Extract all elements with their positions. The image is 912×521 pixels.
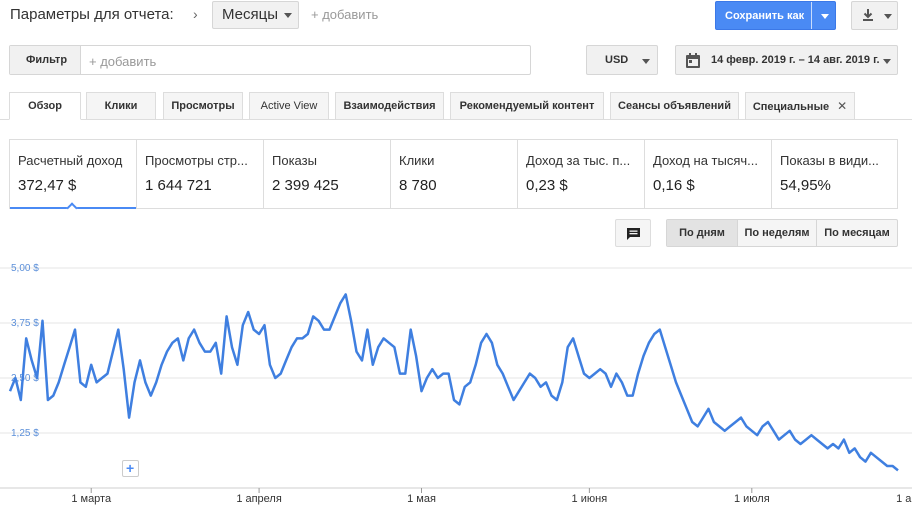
metric-label: Показы — [272, 153, 317, 168]
metric-label: Доход за тыс. п... — [526, 153, 631, 168]
metric-label: Расчетный доход — [18, 153, 123, 168]
save-as-label: Сохранить как — [725, 10, 805, 22]
caret-down-icon — [284, 13, 292, 18]
close-icon[interactable]: ✕ — [837, 99, 847, 113]
add-dimension-link[interactable]: + добавить — [311, 7, 378, 22]
metric-value: 0,16 $ — [653, 177, 695, 194]
currency-value: USD — [605, 54, 629, 66]
date-range-value: 14 февр. 2019 г. – 14 авг. 2019 г. — [711, 54, 880, 66]
tab-label: Рекомендуемый контент — [459, 100, 595, 112]
report-params-label: Параметры для отчета: — [10, 6, 174, 23]
x-tick-label: 1 апреля — [236, 493, 282, 505]
x-tick-label: 1 мая — [407, 493, 436, 505]
metrics-scorecard: Расчетный доход 372,47 $ Просмотры стр..… — [9, 139, 898, 214]
caret-down-icon[interactable] — [821, 14, 829, 19]
tab-ad-sessions[interactable]: Сеансы объявлений — [610, 92, 739, 120]
dimension-dropdown-value: Месяцы — [222, 6, 279, 23]
tab-label: Просмотры — [171, 100, 235, 112]
metric-label: Просмотры стр... — [145, 153, 248, 168]
granularity-monthly[interactable]: По месяцам — [817, 220, 897, 246]
tab-overview[interactable]: Обзор — [9, 92, 81, 120]
metric-impressions[interactable]: Показы 2 399 425 — [264, 140, 391, 208]
granularity-label: По месяцам — [824, 227, 890, 239]
granularity-weekly[interactable]: По неделям — [738, 220, 817, 246]
metric-value: 54,95% — [780, 177, 831, 194]
granularity-toggle: По дням По неделям По месяцам — [666, 219, 898, 247]
report-tabs: Обзор Клики Просмотры Active View Взаимо… — [0, 92, 912, 120]
tab-recommended-content[interactable]: Рекомендуемый контент — [450, 92, 604, 120]
dimension-dropdown[interactable]: Месяцы — [212, 1, 299, 29]
filter-label: Фильтр — [26, 54, 68, 66]
metric-label: Клики — [399, 153, 435, 168]
metric-label: Показы в види... — [780, 153, 879, 168]
metric-page-rpm[interactable]: Доход за тыс. п... 0,23 $ — [518, 140, 645, 208]
x-tick-label: 1 июля — [734, 493, 770, 505]
metric-estimated-earnings[interactable]: Расчетный доход 372,47 $ — [10, 140, 137, 214]
metric-value: 0,23 $ — [526, 177, 568, 194]
granularity-daily[interactable]: По дням — [667, 220, 738, 246]
metric-value: 1 644 721 — [145, 177, 212, 194]
y-tick-label: 3,75 $ — [11, 318, 39, 329]
metric-value: 372,47 $ — [18, 177, 77, 194]
download-button[interactable] — [851, 1, 898, 30]
x-tick-label: 1 июня — [572, 493, 608, 505]
filter-bar[interactable]: Фильтр + добавить — [9, 45, 531, 75]
tab-label: Active View — [260, 100, 318, 112]
metric-value: 8 780 — [399, 177, 437, 194]
tab-label: Взаимодействия — [343, 100, 436, 112]
tab-pageviews[interactable]: Просмотры — [163, 92, 243, 120]
tab-active-view[interactable]: Active View — [249, 92, 329, 120]
metric-viewability[interactable]: Показы в види... 54,95% — [772, 140, 897, 208]
comment-icon — [627, 228, 640, 240]
earnings-series-line — [8, 293, 899, 472]
tab-label: Специальные — [752, 101, 830, 113]
tab-custom[interactable]: Специальные ✕ — [745, 92, 855, 120]
plus-icon: + — [126, 460, 135, 476]
download-icon — [863, 9, 873, 21]
tabs-divider — [0, 119, 912, 120]
metric-impression-rpm[interactable]: Доход на тысяч... 0,16 $ — [645, 140, 772, 208]
active-metric-notch — [66, 202, 78, 214]
comment-button[interactable] — [615, 219, 651, 247]
metric-label: Доход на тысяч... — [653, 153, 758, 168]
tab-clicks[interactable]: Клики — [86, 92, 156, 120]
currency-dropdown[interactable]: USD — [586, 45, 658, 75]
x-tick-label: 1 марта — [71, 493, 112, 505]
filter-button[interactable]: Фильтр — [10, 46, 81, 74]
add-annotation-button[interactable]: + — [122, 460, 139, 477]
caret-down-icon — [642, 59, 650, 64]
save-as-button[interactable]: Сохранить как — [715, 1, 836, 30]
button-divider — [811, 2, 812, 29]
earnings-line-chart: 5,00 $3,75 $2,50 $1,25 $ 1 марта 1 апреля… — [0, 263, 912, 505]
caret-down-icon — [883, 59, 891, 64]
tab-label: Сеансы объявлений — [618, 100, 731, 112]
y-tick-label: 1,25 $ — [11, 428, 39, 439]
report-params-bar: Параметры для отчета: › Месяцы + добавит… — [0, 0, 912, 32]
chevron-right-icon: › — [193, 6, 198, 22]
metric-pageviews[interactable]: Просмотры стр... 1 644 721 — [137, 140, 264, 208]
metric-clicks[interactable]: Клики 8 780 — [391, 140, 518, 208]
x-tick-label: 1 августа — [896, 493, 912, 505]
y-tick-label: 5,00 $ — [11, 263, 39, 274]
add-filter-input[interactable]: + добавить — [89, 54, 156, 69]
calendar-icon — [686, 53, 700, 68]
tab-label: Клики — [104, 100, 138, 112]
caret-down-icon — [884, 14, 892, 19]
granularity-label: По неделям — [744, 227, 810, 239]
date-range-picker[interactable]: 14 февр. 2019 г. – 14 авг. 2019 г. — [675, 45, 898, 75]
tab-interactions[interactable]: Взаимодействия — [335, 92, 444, 120]
metric-value: 2 399 425 — [272, 177, 339, 194]
granularity-label: По дням — [679, 227, 725, 239]
tab-label: Обзор — [28, 100, 62, 112]
